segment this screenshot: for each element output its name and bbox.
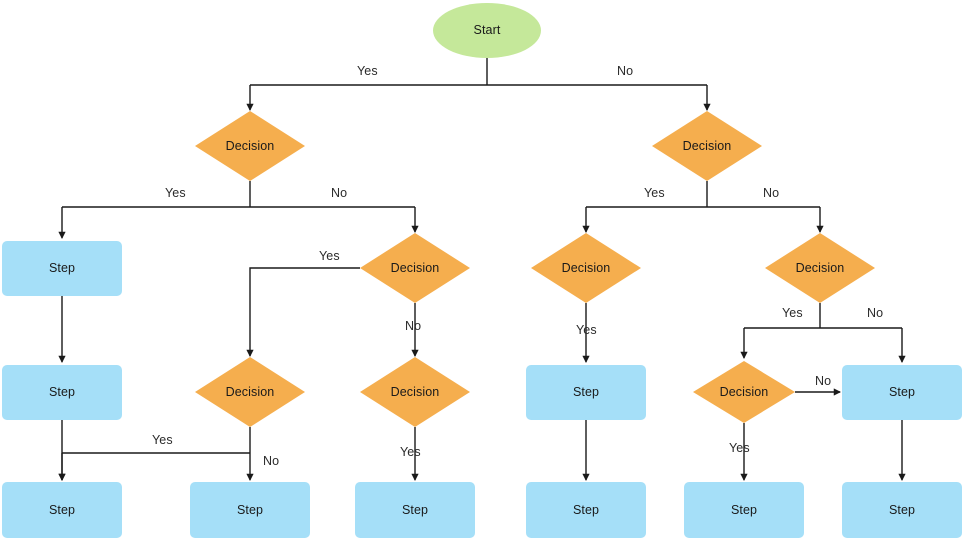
edge-label-no: No bbox=[405, 319, 422, 333]
edge-label-yes: Yes bbox=[319, 249, 340, 263]
edge-label-no: No bbox=[617, 64, 634, 78]
flowchart-edge-labels-layer: Yes No Yes No Yes No Yes No Yes Yes No Yes Yes No No Ye… bbox=[0, 0, 964, 542]
edge-label-yes: Yes bbox=[165, 186, 186, 200]
edge-label-yes: Yes bbox=[357, 64, 378, 78]
edge-label-no: No bbox=[331, 186, 348, 200]
edge-label-yes: Yes bbox=[729, 441, 750, 455]
edge-label-yes: Yes bbox=[152, 433, 173, 447]
edge-label-yes: Yes bbox=[400, 445, 421, 459]
edge-label-no: No bbox=[815, 374, 832, 388]
edge-label-no: No bbox=[867, 306, 884, 320]
edge-label-yes: Yes bbox=[782, 306, 803, 320]
edge-label-yes: Yes bbox=[576, 323, 597, 337]
flowchart-canvas: Start Decision Decision Step Decision Decisio… bbox=[0, 0, 964, 542]
edge-label-no: No bbox=[263, 454, 280, 468]
edge-label-no: No bbox=[763, 186, 780, 200]
edge-label-yes: Yes bbox=[644, 186, 665, 200]
